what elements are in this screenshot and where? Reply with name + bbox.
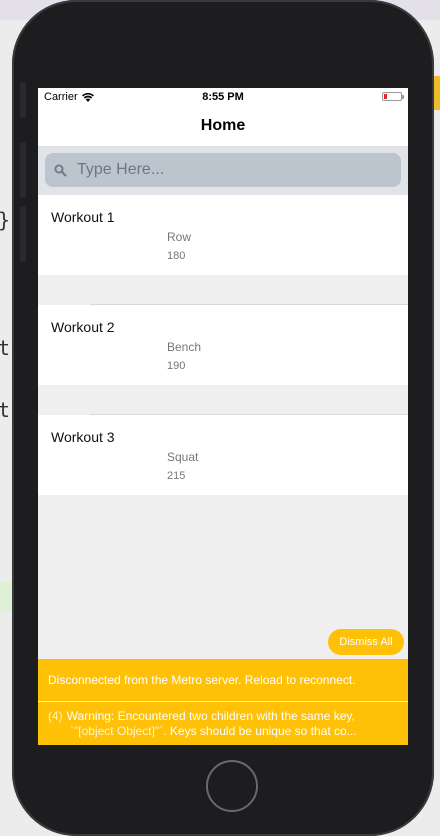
workout-card[interactable]: Workout 1 Row 180 (38, 195, 408, 275)
workout-title: Workout 2 (51, 319, 115, 335)
dismiss-all-button[interactable]: Dismiss All (328, 629, 404, 655)
volume-up-button (20, 142, 26, 198)
workout-weight: 215 (167, 470, 186, 482)
list-separator (38, 275, 408, 305)
warning-banner[interactable]: (4) Warning: Encountered two children wit… (38, 702, 408, 745)
workout-title: Workout 3 (51, 429, 115, 445)
workout-title: Workout 1 (51, 209, 115, 225)
workout-exercise: Squat (167, 450, 199, 464)
list-separator (38, 385, 408, 415)
warning-count: (4) (48, 709, 63, 723)
warning-message-line2: `"[object Object]"`. Keys should be uniq… (48, 724, 398, 739)
background-code-line: } (0, 208, 10, 232)
warning-message-rest: . Keys should be unique so that co... (163, 724, 357, 738)
warning-message-line1: Warning: Encountered two children with t… (66, 709, 355, 723)
workout-weight: 180 (167, 250, 186, 262)
workout-exercise: Bench (167, 340, 202, 354)
workout-card[interactable]: Workout 2 Bench 190 (38, 305, 408, 385)
volume-down-button (20, 206, 26, 262)
app-screen: Carrier 8:55 PM Home Workout 1 (38, 88, 408, 745)
battery-icon (382, 92, 404, 101)
status-bar: Carrier 8:55 PM (38, 88, 408, 108)
editor-marker (434, 76, 440, 110)
phone-frame: Carrier 8:55 PM Home Workout 1 (12, 0, 434, 836)
status-time: 8:55 PM (202, 91, 244, 103)
workout-exercise: Row (167, 230, 192, 244)
warning-key: `"[object Object]"` (70, 724, 164, 738)
search-input[interactable] (75, 160, 359, 180)
home-button[interactable] (206, 760, 258, 812)
search-bar (38, 147, 408, 195)
metro-disconnected-banner[interactable]: Disconnected from the Metro server. Relo… (38, 659, 408, 701)
page-title: Home (38, 108, 408, 147)
mute-switch (20, 82, 26, 118)
workout-card[interactable]: Workout 3 Squat 215 (38, 415, 408, 495)
workout-weight: 190 (167, 360, 186, 372)
search-icon (54, 164, 67, 176)
search-field-container[interactable] (45, 153, 401, 187)
